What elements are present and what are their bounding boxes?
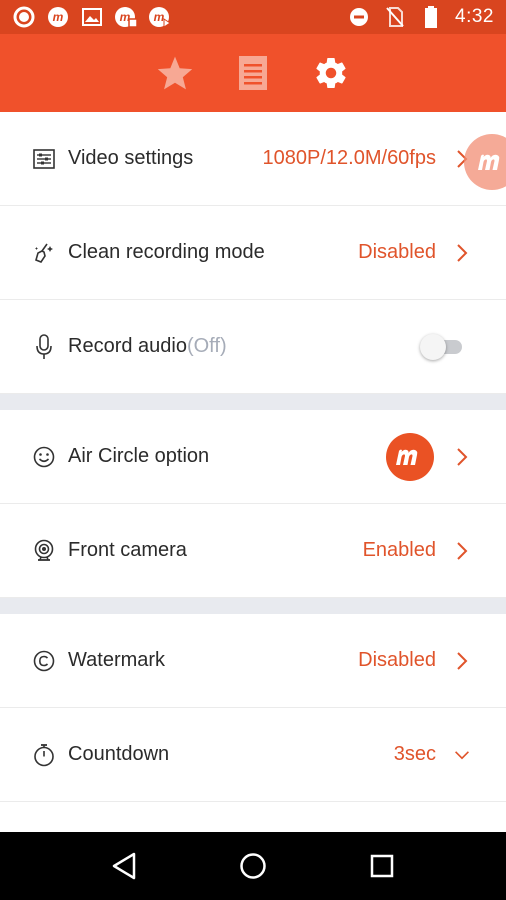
row-record-audio[interactable]: Record audio(Off) xyxy=(0,300,506,394)
record-icon xyxy=(12,5,36,29)
settings-list[interactable]: Video settings 1080P/12.0M/60fps Clean r… xyxy=(0,112,506,832)
mobizen-logo-icon xyxy=(386,432,434,481)
toggle-thumb xyxy=(420,333,446,360)
navigation-bar xyxy=(0,832,506,900)
mobizen-record-icon: m xyxy=(114,5,138,29)
chevron-right-icon xyxy=(454,541,470,561)
copyright-icon xyxy=(32,649,56,673)
row-watermark[interactable]: Watermark Disabled xyxy=(0,614,506,708)
mobizen-play-icon: m xyxy=(148,5,172,29)
chevron-right-icon xyxy=(454,447,470,467)
chevron-down-icon xyxy=(454,745,470,765)
section-divider xyxy=(0,598,506,614)
webcam-icon xyxy=(32,539,56,563)
row-next-partial[interactable] xyxy=(0,802,506,832)
mobizen-icon: m xyxy=(46,5,70,29)
row-clean-recording[interactable]: Clean recording mode Disabled xyxy=(0,206,506,300)
countdown-label: Countdown xyxy=(68,743,170,765)
sliders-icon xyxy=(32,147,56,171)
tab-list[interactable] xyxy=(228,48,278,98)
section-divider xyxy=(0,394,506,410)
do-not-disturb-icon xyxy=(347,5,371,29)
list-icon xyxy=(239,56,267,90)
star-icon xyxy=(157,56,193,90)
no-sim-icon xyxy=(383,5,407,29)
chevron-right-icon xyxy=(454,243,470,263)
clean-recording-value: Disabled xyxy=(358,241,436,263)
row-countdown[interactable]: Countdown 3sec xyxy=(0,708,506,802)
gear-icon xyxy=(316,58,346,89)
video-settings-value: 1080P/12.0M/60fps xyxy=(262,147,436,169)
watermark-value: Disabled xyxy=(358,649,436,671)
home-button[interactable] xyxy=(233,846,273,886)
image-icon xyxy=(80,5,104,29)
row-air-circle[interactable]: Air Circle option xyxy=(0,410,506,504)
row-front-camera[interactable]: Front camera Enabled xyxy=(0,504,506,598)
broom-icon xyxy=(32,241,56,265)
front-camera-value: Enabled xyxy=(362,539,436,561)
row-video-settings[interactable]: Video settings 1080P/12.0M/60fps xyxy=(0,112,506,206)
timer-icon xyxy=(32,743,56,767)
home-circle-icon xyxy=(240,853,266,879)
chevron-right-icon xyxy=(454,651,470,671)
svg-text:m: m xyxy=(154,10,165,24)
svg-text:m: m xyxy=(53,10,64,24)
video-settings-label: Video settings xyxy=(68,147,194,169)
watermark-label: Watermark xyxy=(68,649,166,671)
record-audio-title: Record audio xyxy=(68,335,187,357)
record-audio-toggle[interactable] xyxy=(420,333,464,360)
status-time: 4:32 xyxy=(455,6,494,27)
clean-recording-label: Clean recording mode xyxy=(68,241,265,263)
record-audio-status: (Off) xyxy=(186,335,227,357)
app-bar xyxy=(0,34,506,112)
back-button[interactable] xyxy=(104,846,144,886)
smiley-icon xyxy=(32,445,56,469)
tab-favorites[interactable] xyxy=(150,48,200,98)
status-bar: m m m 4:32 xyxy=(0,0,506,34)
recents-button[interactable] xyxy=(362,846,402,886)
record-audio-label: Record audio(Off) xyxy=(68,335,227,358)
tab-settings[interactable] xyxy=(306,48,356,98)
back-triangle-icon xyxy=(113,852,136,880)
air-circle-label: Air Circle option xyxy=(68,445,210,467)
mobizen-logo-icon xyxy=(478,154,500,170)
microphone-icon xyxy=(32,333,56,359)
battery-icon xyxy=(419,5,443,29)
front-camera-label: Front camera xyxy=(68,539,187,561)
recents-square-icon xyxy=(370,854,393,878)
countdown-value: 3sec xyxy=(393,743,436,765)
